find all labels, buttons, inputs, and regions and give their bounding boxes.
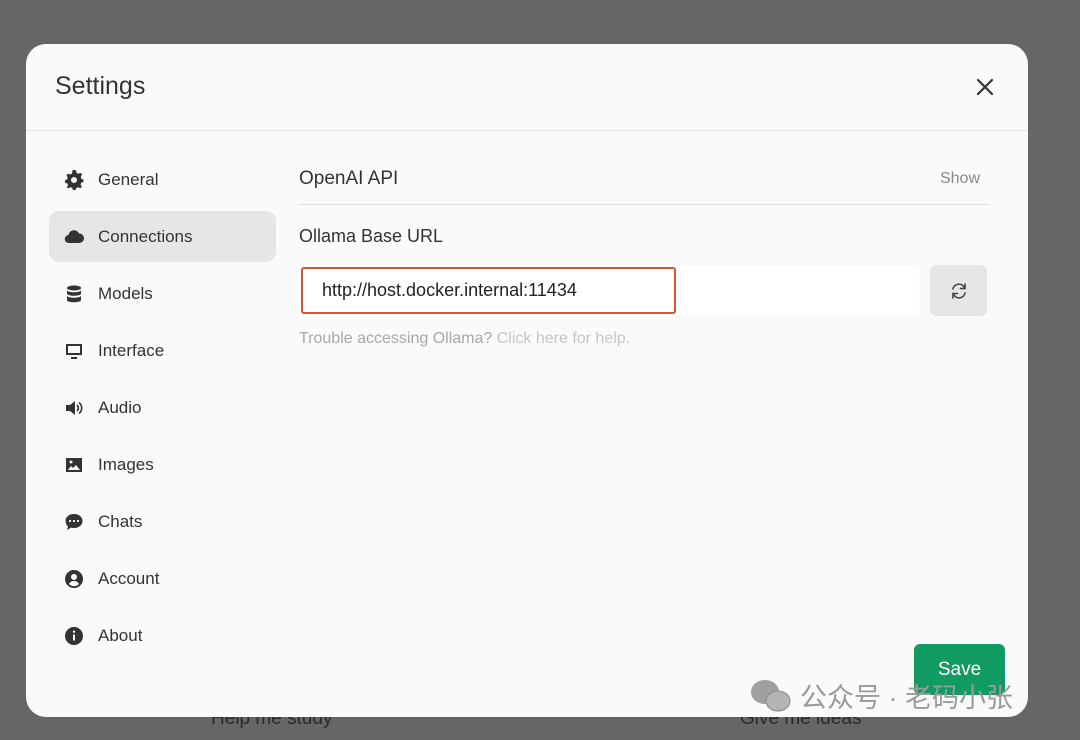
sidebar-item-connections[interactable]: Connections — [49, 211, 276, 262]
sidebar-item-about[interactable]: About — [49, 610, 276, 661]
sidebar-item-images[interactable]: Images — [49, 439, 276, 490]
help-question: Trouble accessing Ollama? — [299, 330, 493, 347]
openai-section: OpenAI API Show — [299, 154, 989, 205]
ollama-label: Ollama Base URL — [299, 226, 444, 246]
show-button[interactable]: Show — [940, 170, 980, 188]
cloud-icon — [64, 229, 84, 243]
divider — [26, 130, 1028, 131]
monitor-icon — [66, 343, 82, 359]
sidebar-item-interface[interactable]: Interface — [49, 325, 276, 376]
sidebar-item-chats[interactable]: Chats — [49, 496, 276, 547]
sidebar-item-label: Models — [98, 283, 153, 303]
gear-icon — [65, 169, 84, 190]
speaker-icon — [66, 400, 83, 415]
help-link[interactable]: Click here for help. — [497, 330, 630, 347]
sidebar-item-label: Audio — [98, 397, 142, 417]
sidebar-item-label: About — [98, 625, 143, 645]
sidebar-item-label: Connections — [98, 226, 193, 246]
sidebar-item-audio[interactable]: Audio — [49, 382, 276, 433]
close-icon[interactable] — [972, 74, 998, 100]
connections-panel: OpenAI API Show Ollama Base URL Trouble … — [299, 154, 989, 348]
openai-title: OpenAI API — [299, 168, 399, 189]
sidebar-item-label: Account — [98, 568, 160, 588]
info-icon — [65, 626, 83, 645]
verify-connection-button[interactable] — [930, 265, 987, 316]
sidebar-item-label: Interface — [98, 340, 165, 360]
watermark-text: 公众号 · 老码小张 — [800, 683, 1013, 713]
wechat-icon — [751, 679, 791, 711]
sidebar-item-label: General — [98, 169, 159, 189]
settings-modal: Settings General Connections Models Inte… — [26, 44, 1028, 717]
image-icon — [66, 457, 82, 472]
database-icon — [67, 285, 81, 302]
modal-title: Settings — [55, 72, 146, 100]
ollama-url-input[interactable] — [301, 266, 676, 314]
ollama-url-wrapper — [299, 265, 919, 316]
refresh-icon — [951, 282, 966, 299]
sidebar-item-label: Images — [98, 454, 154, 474]
help-text: Trouble accessing Ollama? Click here for… — [299, 330, 989, 348]
sidebar-item-models[interactable]: Models — [49, 268, 276, 319]
sidebar-item-label: Chats — [98, 511, 143, 531]
watermark: 公众号 · 老码小张 — [750, 676, 1013, 715]
settings-sidebar: General Connections Models Interface Aud… — [49, 154, 276, 667]
user-icon — [65, 569, 83, 588]
sidebar-item-general[interactable]: General — [49, 154, 276, 205]
chat-icon — [65, 513, 83, 530]
sidebar-item-account[interactable]: Account — [49, 553, 276, 604]
